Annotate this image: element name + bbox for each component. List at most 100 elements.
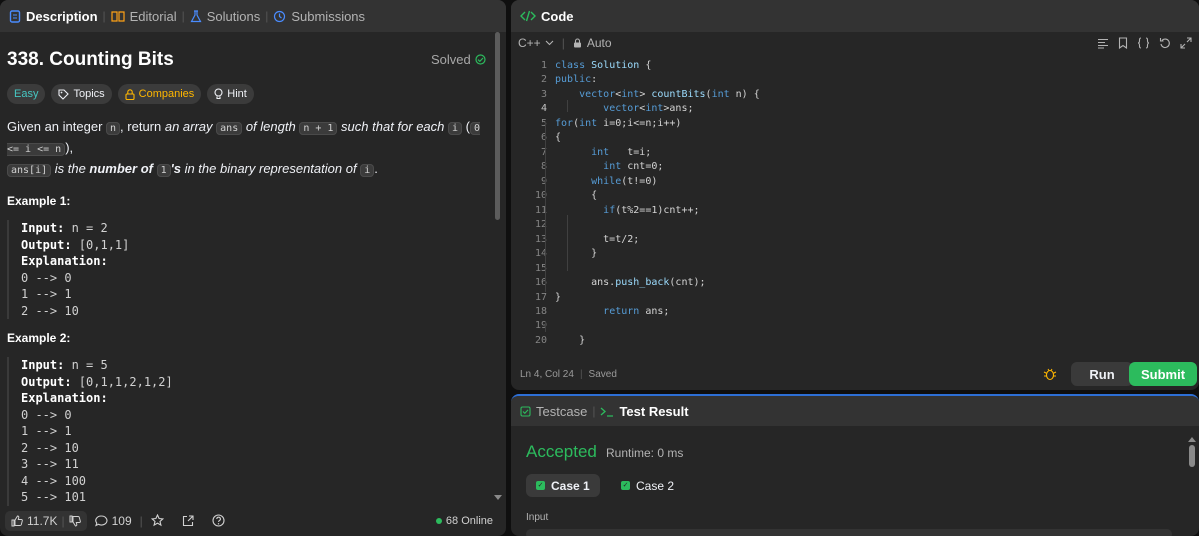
companies-label: Companies [138, 88, 195, 100]
example-input: Input: n = 5 [21, 357, 173, 374]
tab-description[interactable]: Description [6, 9, 101, 24]
inline-code: i [360, 164, 375, 177]
line-number: 17 [534, 291, 547, 303]
share-icon[interactable] [182, 514, 194, 527]
desc-text: ( [462, 119, 470, 134]
bookmark-icon[interactable] [1118, 37, 1128, 49]
explanation-line: 0 --> 0 [21, 407, 72, 422]
thumbs-down-icon[interactable] [69, 515, 81, 527]
star-icon[interactable] [150, 514, 164, 527]
line-number: 3 [540, 88, 547, 100]
editor-actions [1097, 37, 1192, 49]
comments-count: 109 [111, 513, 132, 528]
example-input: Input: n = 2 [21, 220, 129, 237]
companies-tag[interactable]: Companies [117, 84, 202, 104]
case-1-tab[interactable]: ✓ Case 1 [526, 474, 600, 497]
description-scrollbar[interactable] [494, 32, 502, 504]
result-scrollbar[interactable] [1188, 436, 1196, 536]
explanation-line: 3 --> 11 [21, 457, 79, 471]
language-label: C++ [518, 36, 541, 50]
problem-description: Given an integer n, return an array ans … [7, 117, 487, 180]
case-2-tab[interactable]: ✓ Case 2 [611, 474, 684, 497]
result-status: Accepted [526, 442, 597, 461]
topics-label: Topics [73, 88, 105, 100]
comments-button[interactable]: 109 [94, 513, 132, 528]
expand-icon[interactable] [1180, 37, 1192, 49]
inline-code: ans [216, 122, 243, 135]
cursor-position: Ln 4, Col 24 [520, 368, 574, 380]
line-number: 6 [540, 132, 547, 144]
submit-button[interactable]: Submit [1129, 362, 1197, 386]
explanation-line: 2 --> 10 [21, 440, 79, 455]
terminal-icon [600, 406, 614, 417]
topics-tag[interactable]: Topics [51, 84, 112, 104]
inline-code: 1 [156, 164, 171, 177]
hint-tag[interactable]: Hint [207, 84, 254, 104]
explanation-label: Explanation: [21, 391, 108, 405]
inline-code: i [448, 122, 463, 135]
example-explanation: Explanation: [21, 253, 129, 270]
auto-mode[interactable]: Auto [573, 36, 612, 50]
tab-solutions[interactable]: Solutions [187, 9, 263, 24]
likes-count: 11.7K [27, 513, 58, 528]
thumbs-up-icon[interactable] [11, 514, 23, 527]
code-line: } [555, 291, 562, 303]
book-icon [111, 10, 125, 22]
tab-test-result[interactable]: Test Result [597, 404, 691, 419]
check-circle-icon [475, 54, 486, 65]
code-line: while(t!=0) [591, 175, 658, 187]
result-tabs: Testcase | Test Result [511, 396, 1199, 426]
explanation-line: 4 --> 100 [21, 473, 87, 488]
lightbulb-icon [214, 88, 223, 100]
debug-icon[interactable] [1043, 367, 1057, 381]
code-line: class Solution { [555, 60, 652, 71]
help-icon[interactable] [212, 514, 225, 527]
problem-footer: 11.7K | 109 | 68 Online [0, 505, 506, 536]
problem-panel: Description | Editorial | Solutions | Su… [0, 0, 506, 536]
line-number: 1 [540, 60, 547, 71]
toolbar-divider: | [561, 36, 565, 50]
difficulty-badge[interactable]: Easy [7, 84, 46, 104]
scrollbar-thumb[interactable] [495, 32, 500, 220]
code-panel: Code C++ | Auto 1 class Solution {2 public… [511, 0, 1199, 390]
reset-icon[interactable] [1159, 37, 1171, 49]
run-button[interactable]: Run [1071, 362, 1133, 386]
tab-description-label: Description [26, 8, 98, 24]
history-icon [273, 10, 286, 23]
input-box [526, 529, 1172, 536]
code-line: } [555, 334, 586, 346]
input-value: n = 5 [71, 358, 108, 372]
save-status: Saved [588, 368, 617, 380]
scroll-down-arrow-icon[interactable] [494, 495, 502, 501]
auto-label: Auto [586, 36, 612, 50]
problem-tags: Easy Topics Companies Hint [7, 84, 254, 104]
code-title: Code [541, 8, 574, 24]
line-number: 7 [540, 146, 547, 158]
code-header: Code [511, 0, 1199, 32]
line-number: 8 [540, 161, 547, 173]
input-label: Input [526, 512, 549, 523]
tab-submissions[interactable]: Submissions [270, 9, 368, 24]
line-number: 9 [540, 175, 547, 187]
indent-guide [567, 215, 568, 271]
inline-code: n [106, 122, 121, 135]
tab-editorial[interactable]: Editorial [108, 9, 180, 24]
example-output: Output: [0,1,1] [21, 237, 129, 254]
explanation-line: 1 --> 1 [21, 424, 72, 438]
code-line: vector<int>ans; [603, 103, 694, 115]
format-icon[interactable] [1097, 38, 1109, 49]
tab-code[interactable]: Code [517, 9, 577, 24]
line-number: 19 [534, 320, 547, 332]
flask-icon [190, 9, 202, 23]
code-editor[interactable]: 1 class Solution {2 public: 3 vector<int> c… [511, 60, 1199, 352]
tab-testcase[interactable]: Testcase [517, 404, 590, 419]
code-icon [520, 10, 536, 22]
language-select[interactable]: C++ [518, 36, 554, 50]
online-dot [435, 517, 442, 524]
tab-divider: | [592, 404, 596, 418]
chevron-down-icon [545, 40, 554, 46]
indent-guide [545, 122, 546, 292]
description-icon [9, 9, 21, 23]
braces-icon[interactable] [1137, 37, 1150, 49]
check-icon: ✓ [536, 481, 545, 490]
